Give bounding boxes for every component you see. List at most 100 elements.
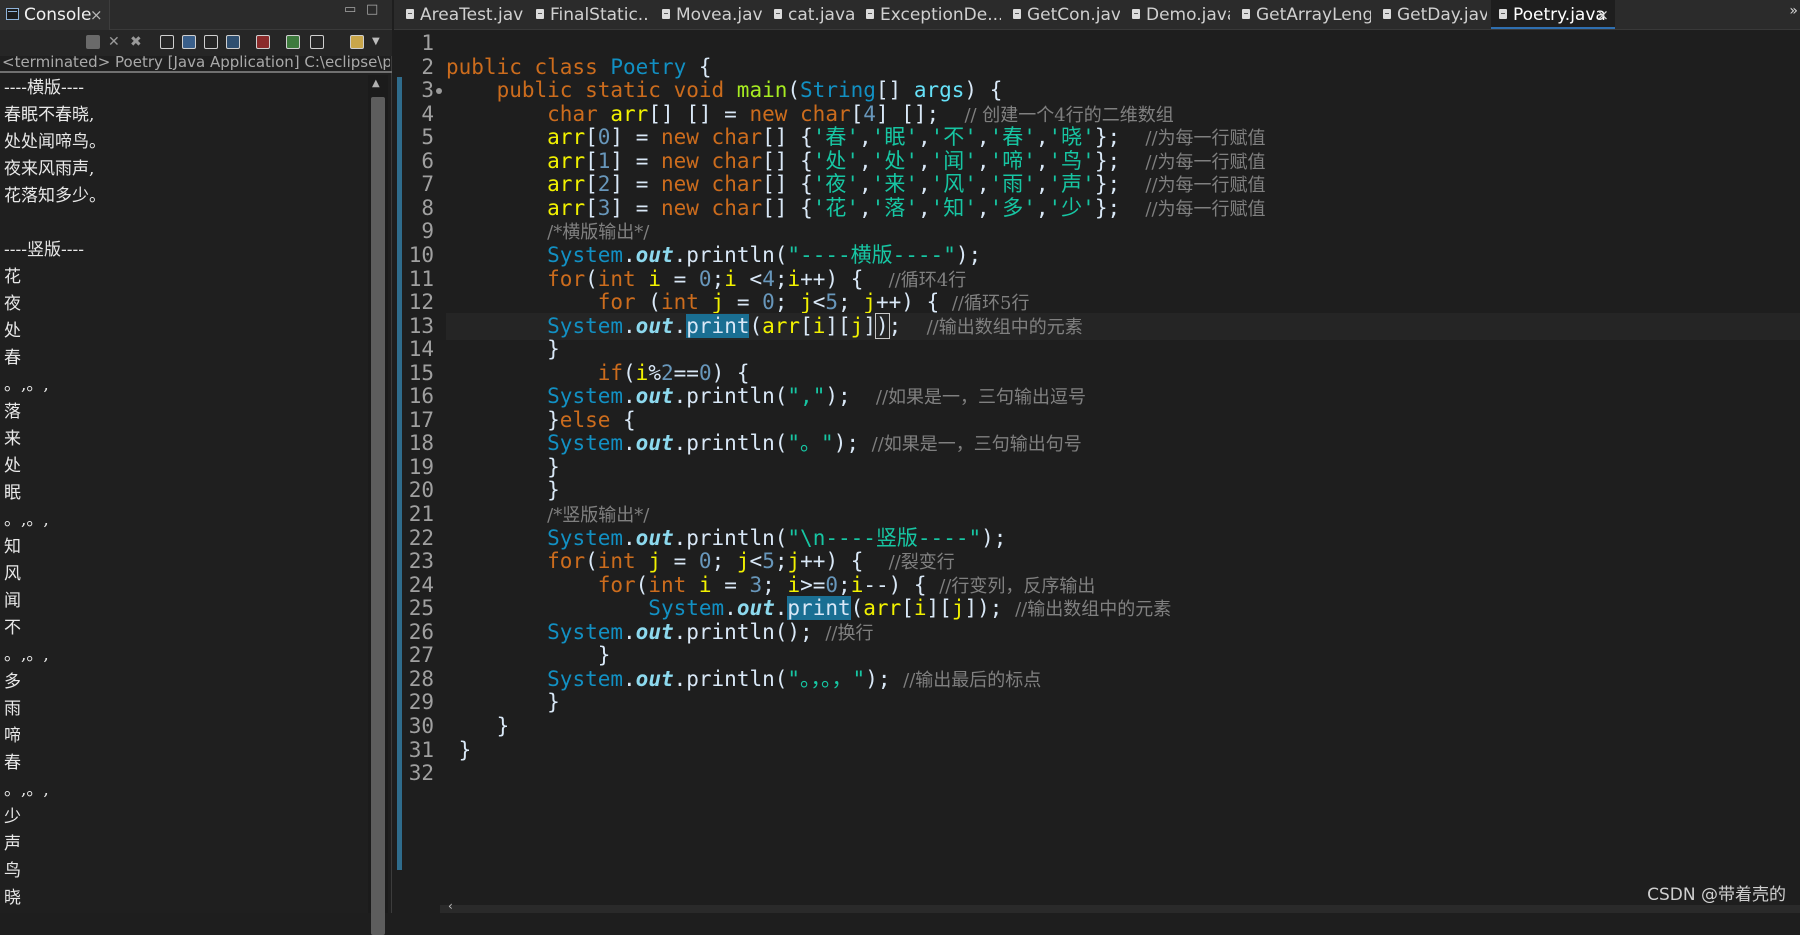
code-token: } (446, 643, 611, 667)
maximize-icon[interactable]: □ (366, 2, 378, 17)
horizontal-scrollbar[interactable] (440, 905, 1800, 913)
code-token: 3 (597, 196, 611, 220)
code-token: . (623, 667, 636, 691)
code-token: System (547, 620, 624, 644)
code-token: int (597, 549, 649, 573)
code-line[interactable]: } (446, 642, 1800, 669)
terminate-icon[interactable] (86, 35, 100, 49)
console-output-line: 。,。, (4, 780, 49, 800)
code-line[interactable]: } (446, 477, 1800, 504)
open-console-icon[interactable] (350, 35, 364, 49)
code-token: . (623, 384, 636, 408)
view-menu-icon[interactable]: ▼ (372, 35, 386, 49)
editor-tab[interactable]: GetArrayLeng... (1234, 0, 1371, 29)
code-token: ); (981, 526, 1007, 550)
code-line[interactable]: System.out.println(","); //如果是一，三句输出逗号 (446, 383, 1800, 410)
code-token: .println( (673, 384, 788, 408)
code-line[interactable]: System.out.println("----横版----"); (446, 242, 1800, 269)
console-tab[interactable]: Console × (0, 0, 110, 30)
console-scroll-thumb[interactable] (371, 97, 385, 935)
close-icon[interactable]: × (1596, 0, 1609, 27)
code-area[interactable]: 1 2 3 4 5 6 7 8 9 10 11 12 13 14 15 16 17 18 19 20 21 22 23 24 2… (394, 30, 1800, 905)
remove-all-icon[interactable]: ✖ (130, 35, 144, 49)
code-token: ] []; (875, 102, 965, 126)
code-token: System (547, 243, 624, 267)
console-view: Console × ▭ □ ✕ ✖ ▼ <terminated> Poetry … (0, 0, 392, 935)
console-output-line: 花落知多少。 (4, 186, 106, 206)
show-stderr-icon[interactable] (226, 35, 240, 49)
code-token: ( (623, 361, 636, 385)
line-number: 21 (408, 502, 434, 526)
minimize-icon[interactable]: ▭ (344, 2, 356, 17)
pin-console-icon[interactable] (256, 35, 270, 49)
code-token: , (1035, 149, 1049, 173)
code-token: i (724, 267, 737, 291)
show-stdout-icon[interactable] (204, 35, 218, 49)
code-token: , (1035, 125, 1049, 149)
code-line[interactable]: arr[0] = new char[] {'春','眠','不','春','晓'… (446, 124, 1800, 151)
close-icon[interactable]: × (90, 0, 103, 30)
scroll-up-icon[interactable]: ▲ (372, 78, 380, 89)
console-scrollbar[interactable]: ▲ (368, 75, 388, 935)
editor-tab[interactable]: Poetry.java × (1491, 0, 1615, 29)
code-line[interactable]: arr[2] = new char[] {'夜','来','风','雨','声'… (446, 171, 1800, 198)
editor-tab[interactable]: FinalStatic... (528, 0, 650, 29)
code-token: //为每一行赋值 (1145, 175, 1266, 196)
code-line[interactable]: for (int j = 0; j<5; j++) { //循环5行 (446, 289, 1800, 316)
word-wrap-icon[interactable] (182, 35, 196, 49)
scroll-lock-icon[interactable] (160, 35, 174, 49)
tab-overflow-icon[interactable]: » (1789, 0, 1798, 22)
scroll-left-icon[interactable]: ‹ (448, 899, 453, 913)
java-file-icon (662, 9, 670, 19)
editor-tab[interactable]: AreaTest.java (398, 0, 524, 29)
code-token: args (913, 78, 965, 102)
code-line[interactable] (446, 30, 1800, 57)
code-line[interactable]: for(int j = 0; j<5;j++) { //裂变行 (446, 548, 1800, 575)
code-line[interactable]: System.out.println("。"); //如果是一，三句输出句号 (446, 430, 1800, 457)
editor-tab[interactable]: ExceptionDe... (858, 0, 1001, 29)
code-token: 4 (762, 267, 775, 291)
code-token: '来' (871, 172, 918, 196)
editor-tab[interactable]: GetDay.java (1375, 0, 1487, 29)
fold-marker-icon[interactable] (436, 88, 442, 94)
code-token: char (547, 102, 611, 126)
code-token: ) (875, 313, 890, 339)
editor-tab[interactable]: GetCon.java (1005, 0, 1120, 29)
code-token: % (648, 361, 661, 385)
code-token: '知' (930, 196, 977, 220)
code-line[interactable] (446, 760, 1800, 787)
code-token: . (623, 526, 636, 550)
console-output-line: 来 (4, 429, 21, 449)
code-token: public static void (496, 78, 737, 102)
editor-tab[interactable]: cat.java (766, 0, 854, 29)
code-line[interactable]: } (446, 336, 1800, 363)
code-line[interactable]: System.out.print(arr[i][j]); //输出数组中的元素 (446, 595, 1800, 622)
code-token: , (917, 149, 931, 173)
code-line[interactable]: /*竖版输出*/ (446, 501, 1800, 528)
console-output-line: 。,。, (4, 645, 49, 665)
console-output-line: 夜 (4, 294, 21, 314)
code-token: //裂变行 (888, 552, 955, 573)
code-token: ( (635, 290, 661, 314)
display-console-icon[interactable] (286, 35, 300, 49)
console-output-line: 夜来风雨声, (4, 159, 95, 179)
code-line[interactable]: } (446, 689, 1800, 716)
console-output-line: 处 (4, 321, 21, 341)
code-line[interactable]: /*横版输出*/ (446, 218, 1800, 245)
code-token: ; (888, 314, 927, 338)
display-selected-console-icon[interactable] (310, 35, 324, 49)
code-line[interactable]: public static void main(String[] args) { (446, 77, 1800, 104)
code-token: //如果是一，三句输出句号 (871, 434, 1082, 455)
editor-tab[interactable]: Demo.java (1124, 0, 1230, 29)
code-token: out (635, 314, 674, 338)
remove-launch-icon[interactable]: ✕ (108, 35, 122, 49)
code-line[interactable]: } (446, 713, 1800, 740)
code-token: public class (446, 55, 611, 79)
code-token: /*横版输出*/ (547, 222, 650, 243)
console-output[interactable]: ----横版---- 春眠不春晓, 处处闻啼鸟。 夜来风雨声, 花落知多少。 ----竖版… (4, 75, 364, 913)
editor-tab[interactable]: Movea.java (654, 0, 762, 29)
